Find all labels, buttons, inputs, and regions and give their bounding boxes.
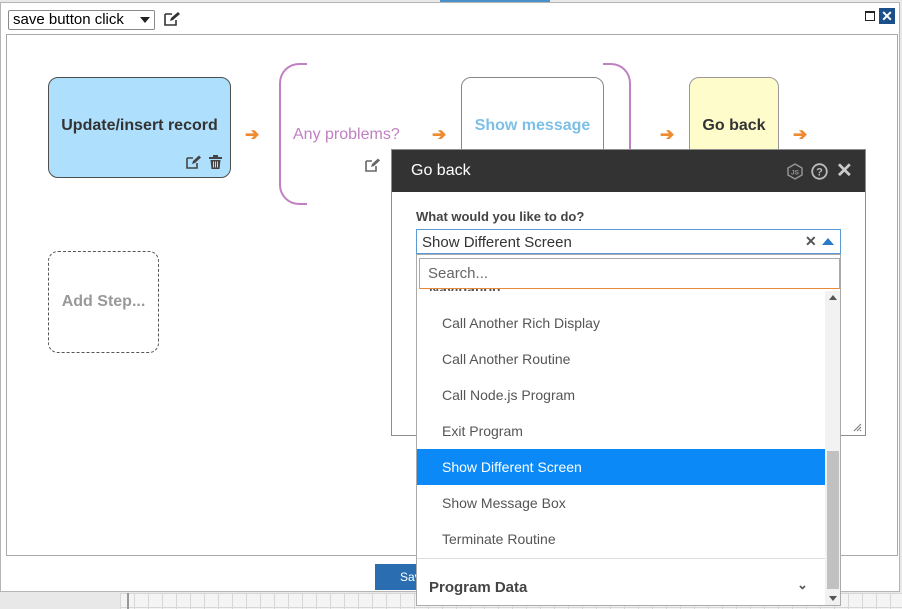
- chevron-down-icon: [140, 17, 150, 23]
- close-icon[interactable]: ✕: [836, 160, 853, 182]
- edit-icon[interactable]: [365, 158, 381, 175]
- search-input[interactable]: Search...: [419, 258, 840, 289]
- option-group-label: Program Data: [429, 579, 528, 596]
- action-question-label: What would you like to do?: [416, 209, 585, 224]
- flow-arrow-icon: ➔: [245, 125, 260, 144]
- option-item[interactable]: Call Node.js Program: [417, 377, 825, 413]
- dialog-title: Go back: [411, 162, 471, 179]
- add-step-button[interactable]: Add Step...: [48, 251, 159, 353]
- clear-icon[interactable]: ✕: [805, 233, 817, 250]
- flow-arrow-icon: ➔: [432, 125, 447, 144]
- step-label: Show message: [474, 116, 591, 134]
- javascript-icon[interactable]: JS: [787, 163, 803, 180]
- resize-grip-icon[interactable]: [853, 423, 862, 432]
- option-item[interactable]: Show Message Box: [417, 485, 825, 521]
- background-splitter: [127, 593, 129, 609]
- help-icon[interactable]: ?: [811, 163, 828, 180]
- event-select-value: save button click: [13, 11, 124, 28]
- flow-arrow-icon: ➔: [660, 125, 675, 144]
- edit-icon[interactable]: [163, 11, 181, 27]
- action-combobox[interactable]: Show Different Screen ✕: [416, 229, 841, 254]
- option-group-program-data[interactable]: Program Data ⌄: [417, 558, 825, 605]
- action-dropdown: Navigation Search... Call Another Rich D…: [416, 254, 841, 606]
- step-update-record[interactable]: Update/insert record: [48, 77, 231, 178]
- svg-text:?: ?: [816, 167, 823, 179]
- combobox-value: Show Different Screen: [422, 234, 572, 251]
- flow-arrow-icon: ➔: [793, 125, 808, 144]
- option-item[interactable]: Exit Program: [417, 413, 825, 449]
- close-icon[interactable]: ✕: [879, 8, 895, 24]
- scrollbar-thumb[interactable]: [827, 451, 839, 589]
- chevron-up-icon[interactable]: [822, 238, 834, 245]
- dropdown-scrollbar[interactable]: [825, 291, 840, 605]
- edit-icon[interactable]: [186, 155, 202, 169]
- minimize-icon[interactable]: [865, 11, 875, 21]
- option-item[interactable]: Call Another Rich Display: [417, 305, 825, 341]
- condition-label[interactable]: Any problems?: [293, 126, 400, 144]
- option-list: Call Another Rich Display Call Another R…: [417, 305, 825, 557]
- option-item[interactable]: Call Another Routine: [417, 341, 825, 377]
- step-label: Update/insert record: [61, 116, 218, 134]
- dialog-titlebar: Go back JS ? ✕: [392, 150, 865, 192]
- option-item[interactable]: Show Different Screen: [417, 449, 825, 485]
- step-label: Go back: [702, 116, 766, 134]
- chevron-down-icon: ⌄: [797, 577, 808, 592]
- event-select[interactable]: save button click: [8, 10, 155, 30]
- scroll-down-icon[interactable]: [829, 596, 837, 601]
- svg-text:JS: JS: [791, 170, 800, 177]
- scroll-up-icon[interactable]: [829, 295, 837, 300]
- add-step-label: Add Step...: [61, 293, 146, 310]
- trash-icon[interactable]: [209, 155, 222, 169]
- option-item[interactable]: Terminate Routine: [417, 521, 825, 557]
